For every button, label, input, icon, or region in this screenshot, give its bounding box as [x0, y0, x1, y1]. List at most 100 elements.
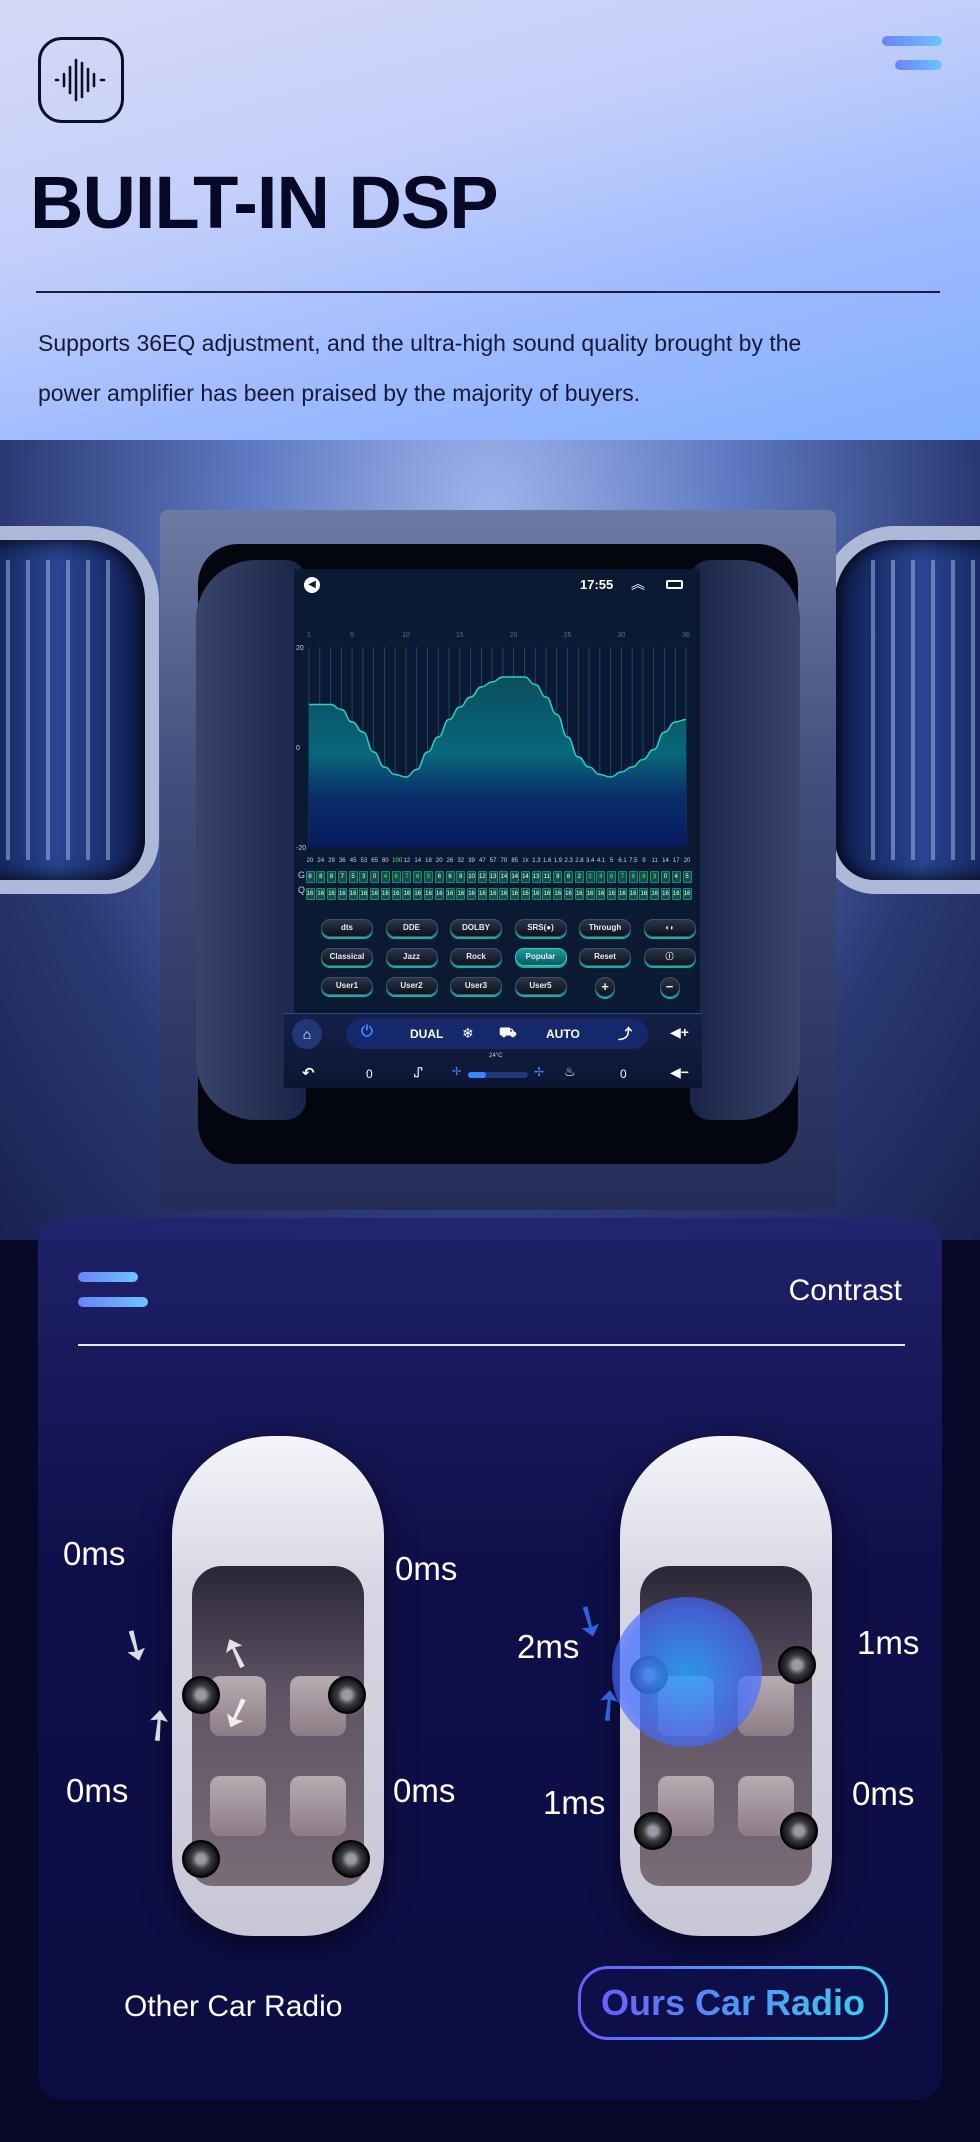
q-value[interactable]: 16: [510, 888, 520, 900]
snowflake-icon[interactable]: ❄: [462, 1025, 474, 1042]
gain-value[interactable]: 4: [596, 871, 606, 883]
preset-popular-button[interactable]: Popular: [514, 948, 567, 966]
eq-chart[interactable]: 1 5 10 15 20 25 30 36200-20: [294, 629, 700, 889]
plus-button[interactable]: +: [595, 977, 615, 997]
preset-jazz-button[interactable]: Jazz: [385, 948, 438, 966]
ours-car-radio-button[interactable]: Ours Car Radio: [578, 1966, 888, 2040]
gain-value[interactable]: 6: [639, 871, 649, 883]
recent-apps-icon[interactable]: [666, 580, 683, 589]
gain-value[interactable]: 12: [477, 871, 487, 883]
q-value[interactable]: 16: [660, 888, 670, 900]
gain-value[interactable]: 7: [617, 871, 627, 883]
gain-value[interactable]: 14: [520, 871, 530, 883]
q-value[interactable]: 16: [596, 888, 606, 900]
q-value[interactable]: 16: [542, 888, 552, 900]
q-value[interactable]: 16: [445, 888, 455, 900]
gain-value[interactable]: 8: [305, 871, 315, 883]
q-value[interactable]: 16: [574, 888, 584, 900]
q-value[interactable]: 16: [650, 888, 660, 900]
q-value[interactable]: 16: [585, 888, 595, 900]
gain-value[interactable]: 4: [380, 871, 390, 883]
q-value[interactable]: 16: [628, 888, 638, 900]
q-value[interactable]: 16: [553, 888, 563, 900]
gain-value[interactable]: 9: [553, 871, 563, 883]
srs-logo-button[interactable]: SRS(●): [514, 919, 567, 937]
q-value[interactable]: 16: [359, 888, 369, 900]
gain-value[interactable]: 0: [370, 871, 380, 883]
gain-value[interactable]: 8: [327, 871, 337, 883]
gain-value[interactable]: 6: [391, 871, 401, 883]
preset-user3-button[interactable]: User3: [450, 977, 502, 995]
gain-value[interactable]: 13: [531, 871, 541, 883]
seat-airflow-icon[interactable]: ⤴: [618, 1024, 632, 1044]
gain-value[interactable]: 5: [348, 871, 358, 883]
gain-value[interactable]: 6: [607, 871, 617, 883]
gain-value[interactable]: 6: [564, 871, 573, 883]
q-value[interactable]: 16: [423, 888, 433, 900]
gain-value[interactable]: 0: [660, 871, 670, 883]
back-icon[interactable]: ↶: [302, 1064, 315, 1082]
gain-value[interactable]: 6: [434, 871, 444, 883]
fan-speed-slider[interactable]: [468, 1072, 528, 1078]
q-value[interactable]: 16: [499, 888, 509, 900]
seat-icon[interactable]: ⑀: [414, 1064, 422, 1080]
auto-button[interactable]: AUTO: [546, 1027, 580, 1041]
info-button[interactable]: ⓘ: [643, 948, 696, 966]
gain-value[interactable]: 6: [445, 871, 455, 883]
double-chevron-up-icon[interactable]: ︽: [631, 574, 645, 594]
gain-value[interactable]: 10: [467, 871, 477, 883]
gain-value[interactable]: 2: [585, 871, 595, 883]
gain-value[interactable]: 5: [682, 871, 692, 883]
minus-button[interactable]: −: [659, 977, 680, 997]
q-value[interactable]: 16: [327, 888, 337, 900]
fan-low-icon[interactable]: ✢: [452, 1065, 461, 1078]
q-value[interactable]: 16: [607, 888, 617, 900]
q-value[interactable]: 16: [305, 888, 315, 900]
q-value[interactable]: 16: [348, 888, 358, 900]
q-value[interactable]: 16: [434, 888, 444, 900]
preset-reset-button[interactable]: Reset: [579, 948, 631, 966]
gain-value[interactable]: 7: [337, 871, 347, 883]
gain-value[interactable]: 3: [650, 871, 660, 883]
q-value[interactable]: 16: [413, 888, 423, 900]
preset-rock-button[interactable]: Rock: [450, 948, 502, 966]
seat-heat-icon[interactable]: ♨: [564, 1064, 576, 1080]
gain-value[interactable]: 2: [574, 871, 584, 883]
car-recirculation-icon[interactable]: ⛟: [499, 1024, 517, 1043]
gain-value[interactable]: 3: [359, 871, 369, 883]
q-value[interactable]: 16: [682, 888, 692, 900]
fan-high-icon[interactable]: ✢: [534, 1065, 544, 1079]
home-icon[interactable]: ⌂: [292, 1019, 322, 1049]
gain-value[interactable]: 13: [488, 871, 498, 883]
power-icon[interactable]: ⏻: [361, 1023, 373, 1040]
q-value[interactable]: 16: [520, 888, 530, 900]
preset-through-button[interactable]: Through: [579, 919, 631, 937]
menu-icon[interactable]: [78, 1272, 148, 1308]
q-value[interactable]: 16: [531, 888, 541, 900]
gain-value[interactable]: 8: [456, 871, 466, 883]
q-value[interactable]: 16: [316, 888, 326, 900]
gain-value[interactable]: 4: [671, 871, 681, 883]
preset-user2-button[interactable]: User2: [385, 977, 438, 995]
gain-value[interactable]: 7: [402, 871, 412, 883]
gain-value[interactable]: 6: [628, 871, 638, 883]
dolby-logo-button[interactable]: DOLBY: [450, 919, 502, 937]
gain-value[interactable]: 5: [423, 871, 433, 883]
q-value[interactable]: 16: [488, 888, 498, 900]
dual-button[interactable]: DUAL: [410, 1027, 443, 1041]
q-value[interactable]: 16: [671, 888, 681, 900]
menu-button[interactable]: [882, 36, 942, 72]
q-value[interactable]: 16: [564, 888, 573, 900]
gain-value[interactable]: 14: [510, 871, 520, 883]
q-value[interactable]: 16: [477, 888, 487, 900]
gain-value[interactable]: 6: [413, 871, 423, 883]
q-value[interactable]: 16: [380, 888, 390, 900]
q-value[interactable]: 16: [402, 888, 412, 900]
q-value[interactable]: 16: [337, 888, 347, 900]
preset-user5-button[interactable]: User5: [514, 977, 567, 995]
preset-user1-button[interactable]: User1: [321, 977, 373, 995]
volume-up-icon[interactable]: ◀+: [670, 1024, 689, 1041]
q-value[interactable]: 16: [467, 888, 477, 900]
gain-value[interactable]: 8: [316, 871, 326, 883]
speaker-icon[interactable]: ◀: [304, 577, 320, 593]
